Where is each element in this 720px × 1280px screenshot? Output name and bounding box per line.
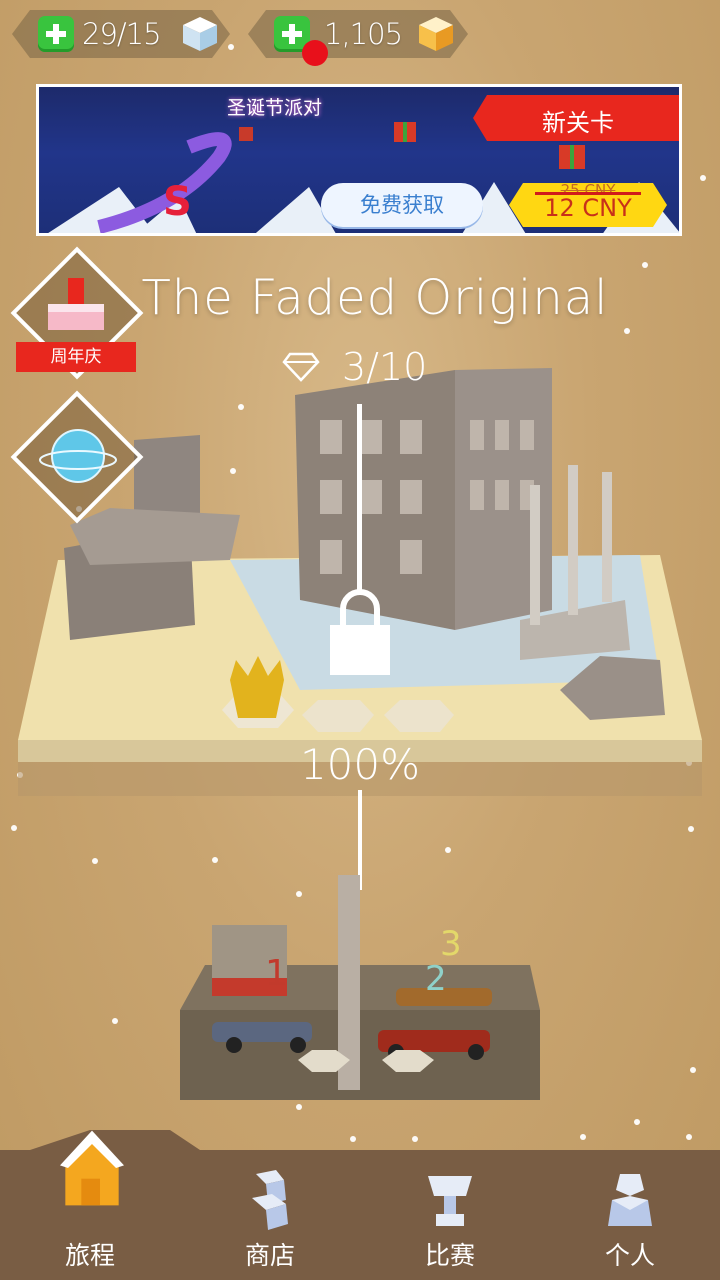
new-level-label: 新关卡 — [542, 109, 614, 137]
globe-icon — [39, 429, 117, 483]
diamond-value: 1,105 — [324, 17, 403, 51]
shop-icon — [252, 1170, 288, 1230]
nav-shop-label: 商店 — [244, 1241, 295, 1270]
ice-cube-icon — [180, 14, 220, 54]
nav-competition-label: 比赛 — [424, 1241, 475, 1270]
new-price: 12 CNY — [544, 194, 632, 222]
level-title: The Faded Original — [141, 270, 609, 326]
nav-journey-label: 旅程 — [64, 1241, 115, 1270]
lives-counter[interactable]: 29/15 — [12, 10, 230, 58]
profile-icon — [608, 1174, 652, 1226]
add-lives-icon[interactable] — [38, 16, 74, 52]
podium-2-label: 2 — [425, 959, 447, 999]
christmas-party-banner[interactable]: S 圣诞节派对 新关卡 免费获取 25 CNY 12 CNY — [36, 84, 682, 236]
podium-3-label: 3 — [440, 924, 462, 964]
nav-profile[interactable]: 个人 — [540, 1150, 720, 1280]
new-level-ribbon: 新关卡 — [473, 95, 679, 141]
gems-count: 3/10 — [342, 345, 428, 389]
free-get-button[interactable]: 免费获取 — [321, 183, 483, 227]
lock-icon — [330, 625, 390, 675]
gem-cube-icon — [416, 14, 456, 54]
nav-journey[interactable]: 旅程 — [0, 1130, 180, 1280]
anniversary-label: 周年庆 — [16, 342, 136, 372]
podium-1-label: 1 — [265, 953, 288, 994]
nav-shop[interactable]: 商店 — [180, 1150, 360, 1280]
banner-title: 圣诞节派对 — [227, 97, 323, 119]
level-progress: 100% — [299, 740, 421, 789]
price-button[interactable]: 25 CNY 12 CNY — [509, 183, 667, 227]
bottom-nav: 旅程 商店 比赛 个人 — [0, 1130, 720, 1280]
notification-dot — [302, 40, 328, 66]
level-path-line — [357, 404, 362, 594]
house-icon — [60, 1130, 124, 1206]
trophy-icon — [428, 1176, 472, 1226]
diamond-gem-icon — [282, 352, 320, 382]
nav-profile-label: 个人 — [604, 1241, 655, 1270]
nav-competition[interactable]: 比赛 — [360, 1150, 540, 1280]
diamond-counter[interactable]: 1,105 — [248, 10, 468, 58]
svg-text:S: S — [163, 179, 192, 225]
lives-value: 29/15 — [82, 17, 161, 51]
